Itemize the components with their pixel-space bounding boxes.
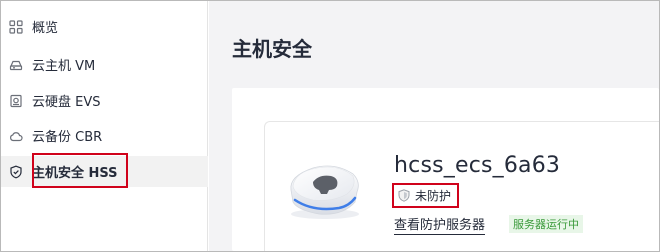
server-running-badge: 服务器运行中 <box>509 215 583 233</box>
security-device-icon <box>290 165 359 219</box>
sidebar-item-evs[interactable]: 云硬盘 EVS <box>1 85 208 116</box>
sidebar: 概览 云主机 VM 云硬盘 EVS 云备份 CBR 主机安全 HSS <box>1 1 208 251</box>
shield-check-icon <box>9 165 23 179</box>
sidebar-item-label: 云主机 VM <box>32 59 96 74</box>
grid-icon <box>9 19 23 34</box>
sidebar-item-label: 概览 <box>32 21 59 36</box>
disk-icon <box>9 94 23 108</box>
protection-status-text: 未防护 <box>415 189 452 203</box>
host-card: hcss_ecs_6a63 未防护 查看防护服务器 服务器运行中 <box>264 121 659 251</box>
host-name: hcss_ecs_6a63 <box>394 153 561 178</box>
sidebar-item-overview[interactable]: 概览 <box>1 11 208 42</box>
sidebar-item-label: 云硬盘 EVS <box>32 95 101 110</box>
protection-status-badge: 未防护 <box>392 183 460 208</box>
sidebar-item-hss[interactable]: 主机安全 HSS <box>1 156 208 187</box>
content-panel: hcss_ecs_6a63 未防护 查看防护服务器 服务器运行中 <box>232 88 659 251</box>
sidebar-item-vm[interactable]: 云主机 VM <box>1 49 208 80</box>
sidebar-item-label: 云备份 CBR <box>32 130 103 145</box>
sidebar-item-label: 主机安全 HSS <box>32 166 118 181</box>
cloud-icon <box>9 129 23 143</box>
main-content: 主机安全 hcss_ecs_6a63 未防护 查看防护服务器 服务器运行中 <box>209 1 659 251</box>
sidebar-item-cbr[interactable]: 云备份 CBR <box>1 120 208 151</box>
view-protected-servers-link[interactable]: 查看防护服务器 <box>394 214 486 235</box>
host-icon <box>9 58 23 72</box>
shield-icon <box>398 189 410 202</box>
page-title: 主机安全 <box>232 37 312 61</box>
